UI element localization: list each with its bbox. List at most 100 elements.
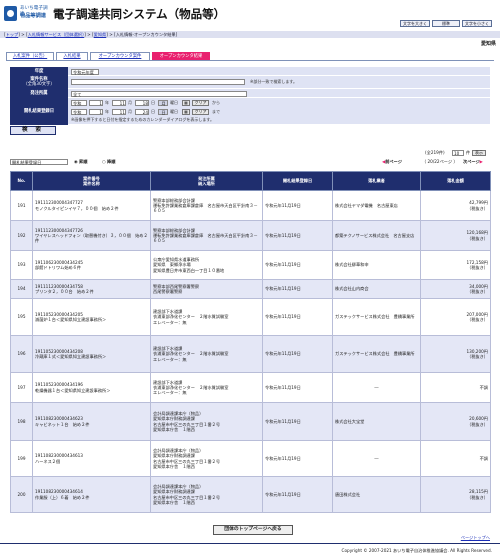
table-row[interactable]: 195 191105230000434205 滅菌炉１台＜愛知県知立建設事務所＞ 建設… [10, 298, 491, 336]
from-month-input[interactable]: 11 [112, 100, 126, 106]
from-year-unit: 年 [105, 100, 109, 105]
case-name-link[interactable]: プリンタ２，００台 始め２件 [35, 289, 148, 294]
org-select[interactable]: 全て [71, 91, 247, 97]
winner-cell: 株式会社柳華和申 [332, 250, 421, 280]
to-month-input[interactable]: 11 [112, 109, 126, 115]
prev-page-link[interactable]: ◀前ページ [382, 159, 402, 164]
table-row[interactable]: 192 191112300004347726 ワイヤレスヘッドフォン（取替機付き）３… [10, 220, 491, 251]
sort-select[interactable]: 開札結果登録日 [10, 159, 68, 165]
case-cell[interactable]: 191108230000434613 ハーネス２個 [32, 440, 151, 477]
table-row[interactable]: 194 191111230000434758 プリンタ２，００台 始め２件 警察本部西… [10, 279, 491, 299]
case-cell[interactable]: 191111230000434758 プリンタ２，００台 始め２件 [32, 279, 151, 299]
order-asc-radio[interactable]: ◉ 昇順 [74, 159, 87, 164]
per-page-select[interactable]: 10 [452, 150, 464, 156]
case-name-link[interactable]: 作業服（上）６着 始め２件 [35, 495, 148, 500]
row-number: 198 [10, 402, 33, 441]
col-case: 案件番号 案件名称 [32, 171, 151, 191]
page-top-link[interactable]: ページトップへ [461, 535, 490, 540]
table-row[interactable]: 199 191108230000434613 ハーネス２個 会計局調達課本庁（物品）愛… [10, 440, 491, 477]
case-name-link[interactable]: 乾燥機器１台＜愛知県知立建設事務所＞ [35, 388, 148, 393]
from-day-input[interactable]: 18 [135, 100, 149, 106]
date-cell: 令和元年11月19日 [262, 402, 333, 441]
case-name-link[interactable]: 部館ドトリワム始め６件 [35, 265, 148, 270]
search-form: 年度 令和元年度 案件名称 （全角30文字） ※部分一致で検索します。 発注所属 … [10, 67, 490, 125]
to-day-input[interactable]: 24 [135, 109, 149, 115]
search-button[interactable]: 検 索 [10, 126, 56, 135]
case-cell[interactable]: 191105230000434196 乾燥機器１台＜愛知県知立建設事務所＞ [32, 372, 151, 403]
tab-open-counter-case[interactable]: オープンカウンタ案件 [90, 52, 150, 60]
to-clear-button[interactable]: クリア [192, 109, 209, 115]
org-cell: 会計局調達課本庁（物品） 愛知県本庁財務調達課 名古屋市中区三の丸三丁目１番２号 愛知… [150, 476, 263, 513]
case-name-link[interactable]: ハーネス２個 [35, 459, 148, 464]
date-cell: 令和元年11月19日 [262, 372, 333, 403]
per-page-display-button[interactable]: 表示 [472, 150, 486, 156]
org-cell: 会計局調達課本庁（物品） 愛知県本庁財務調達課 名古屋市中区三の丸三丁目１番２号 愛知… [150, 402, 263, 441]
from-clear-button[interactable]: クリア [192, 100, 209, 106]
row-number: 193 [10, 250, 33, 280]
table-row[interactable]: 200 191108230000434614 作業服（上）６着 始め２件 会計局調達課… [10, 476, 491, 513]
case-name-link[interactable]: 冷蔵庫１式＜愛知県知立建設事務所＞ [35, 354, 148, 359]
case-name-link[interactable]: 滅菌炉１台＜愛知県知立建設事務所＞ [35, 317, 148, 322]
case-cell[interactable]: 191105230000434208 冷蔵庫１式＜愛知県知立建設事務所＞ [32, 335, 151, 373]
from-era-select[interactable]: 令和 [71, 100, 87, 106]
col-amount: 落札金額 [420, 171, 491, 191]
from-calendar-icon[interactable]: ▦ [182, 100, 190, 106]
row-number: 196 [10, 335, 33, 373]
row-number: 197 [10, 372, 33, 403]
case-name-link[interactable]: モノクルタイピンイヤ７，００個 始め２件 [35, 206, 148, 211]
to-calendar-icon[interactable]: ▦ [182, 109, 190, 115]
tab-bid-result[interactable]: 入札結果 [56, 52, 88, 60]
to-era-select[interactable]: 令和 [71, 109, 87, 115]
to-year-input[interactable]: 1 [89, 109, 103, 115]
back-to-top-button[interactable]: 団体のトップページへ戻る [213, 525, 293, 535]
per-page-unit: 件 [466, 150, 471, 155]
year-select[interactable]: 令和元年度 [71, 69, 99, 75]
header: あいち電子調達 物品等調達 電子調達共同システム（物品等） 文字を大きく 標準 … [0, 0, 500, 31]
date-cell: 令和元年11月19日 [262, 440, 333, 477]
table-row[interactable]: 193 191106230000434245 部館ドトリワム始め６件 公衆庁愛知県水道… [10, 250, 491, 280]
from-weekday: 月 [158, 100, 168, 106]
next-page-link[interactable]: 次ページ▶ [463, 159, 483, 164]
case-cell[interactable]: 191112300004347726 ワイヤレスヘッドフォン（取替機付き）３，００… [32, 220, 151, 251]
col-org: 発注所属 納入場所 [150, 171, 263, 191]
row-number: 199 [10, 440, 33, 477]
breadcrumb-top[interactable]: トップ [6, 32, 19, 37]
case-cell[interactable]: 191106230000434245 部館ドトリワム始め６件 [32, 250, 151, 280]
row-number: 192 [10, 220, 33, 251]
winner-cell: ガステックサービス株式会社 豊橋事業所 [332, 335, 421, 373]
date-cell: 令和元年11月19日 [262, 298, 333, 336]
to-month-unit: 月 [128, 109, 132, 114]
results-table: No. 案件番号 案件名称 発注所属 納入場所 開札結果登録日 落札業者 落札金額 … [10, 171, 491, 513]
breadcrumb-org-select[interactable]: 入札情報サービス（団体選択） [28, 32, 85, 37]
breadcrumb-aichi[interactable]: 愛知県 [94, 32, 107, 37]
case-cell[interactable]: 191105230000434205 滅菌炉１台＜愛知県知立建設事務所＞ [32, 298, 151, 336]
from-year-input[interactable]: 1 [89, 100, 103, 106]
site-logo[interactable]: あいち電子調達 物品等調達 [4, 5, 48, 23]
tab-bid-notice[interactable]: 入札案件（公告） [6, 52, 54, 60]
table-row[interactable]: 191 191112300004347727 モノクルタイピンイヤ７，００個 始め２… [10, 190, 491, 221]
text-smaller-button[interactable]: 文字を小さく [462, 20, 492, 27]
winner-cell: 株式会社山内商会 [332, 279, 421, 299]
table-row[interactable]: 196 191105230000434208 冷蔵庫１式＜愛知県知立建設事務所＞ 建設… [10, 335, 491, 373]
copyright: Copyright © 2007-2021 あいち電子自治体推進協議会. All… [341, 548, 492, 553]
breadcrumb: [トップ] > [入札情報サービス（団体選択）] > [愛知県] > [入札情報… [0, 31, 500, 38]
tab-open-counter-result[interactable]: オープンカウンタ結果 [152, 52, 210, 60]
case-cell[interactable]: 191112300004347727 モノクルタイピンイヤ７，００個 始め２件 [32, 190, 151, 221]
case-cell[interactable]: 191108230000434623 キャビネット１台 始め２件 [32, 402, 151, 441]
table-row[interactable]: 197 191105230000434196 乾燥機器１台＜愛知県知立建設事務所＞建… [10, 372, 491, 403]
winner-cell: 都築テクノサービス株式会社 名古屋支店 [332, 220, 421, 251]
amount-cell: 不調 [420, 372, 491, 403]
text-standard-button[interactable]: 標準 [432, 20, 460, 27]
amount-cell: 42,799円 （税抜き） [420, 190, 491, 221]
case-name-link[interactable]: ワイヤレスヘッドフォン（取替機付き）３，００個 始め２件 [35, 233, 148, 243]
table-row[interactable]: 198 191108230000434623 キャビネット１台 始め２件 会計局調達課… [10, 402, 491, 441]
date-cell: 令和元年11月19日 [262, 250, 333, 280]
text-larger-button[interactable]: 文字を大きく [400, 20, 430, 27]
page-info: （ 20/22ページ ） [422, 159, 458, 164]
case-cell[interactable]: 191108230000434614 作業服（上）６着 始め２件 [32, 476, 151, 513]
from-day-unit: 日 [151, 100, 155, 105]
winner-cell: ― [332, 372, 421, 403]
case-name-input[interactable] [71, 79, 245, 85]
order-desc-radio[interactable]: ○ 降順 [102, 159, 115, 164]
case-name-link[interactable]: キャビネット１台 始め２件 [35, 422, 148, 427]
